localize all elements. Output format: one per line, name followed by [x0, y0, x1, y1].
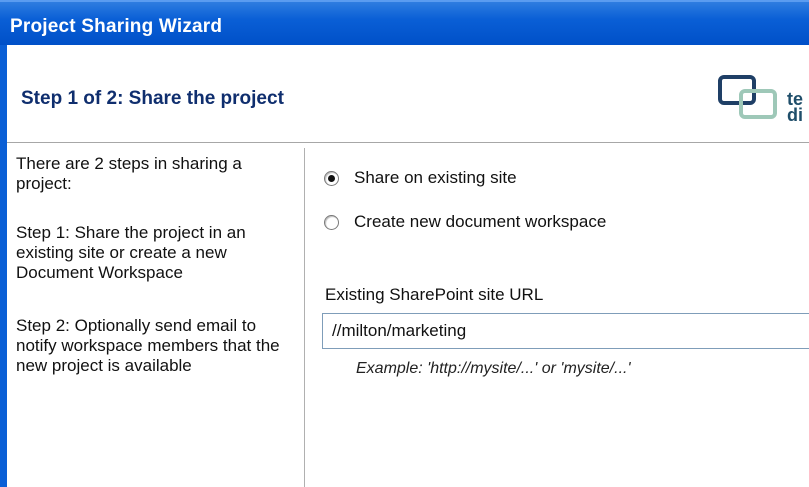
- url-example-hint: Example: 'http://mysite/...' or 'mysite/…: [356, 360, 631, 377]
- brand-logo-text: te di: [787, 90, 803, 125]
- url-field-label: Existing SharePoint site URL: [325, 285, 544, 304]
- step-title: Step 1 of 2: Share the project: [21, 88, 284, 109]
- radio-create-new-workspace[interactable]: Create new document workspace: [324, 212, 606, 232]
- radio-checked-icon[interactable]: [324, 170, 339, 186]
- logo-text-line2: di: [787, 105, 803, 125]
- step1-text: Step 1: Share the project in an existing…: [16, 223, 246, 282]
- radio-unchecked-icon[interactable]: [324, 214, 339, 230]
- pane-divider: [304, 148, 305, 487]
- sharepoint-url-input[interactable]: [322, 313, 809, 349]
- radio-create-new-label: Create new document workspace: [354, 212, 607, 231]
- radio-share-existing-label: Share on existing site: [354, 168, 517, 187]
- title-bar[interactable]: Project Sharing Wizard: [0, 0, 809, 45]
- radio-share-existing-site[interactable]: Share on existing site: [324, 168, 517, 188]
- step2-text: Step 2: Optionally send email to notify …: [16, 316, 280, 375]
- wizard-window: Project Sharing Wizard Step 1 of 2: Shar…: [0, 0, 809, 487]
- brand-logo-icon: [718, 75, 777, 119]
- window-title: Project Sharing Wizard: [10, 16, 223, 37]
- window-left-border: [0, 45, 7, 487]
- intro-text: There are 2 steps in sharing a project:: [16, 154, 242, 193]
- steps-description-pane: There are 2 steps in sharing a project: …: [7, 143, 304, 487]
- wizard-header: Step 1 of 2: Share the project te di: [7, 45, 809, 143]
